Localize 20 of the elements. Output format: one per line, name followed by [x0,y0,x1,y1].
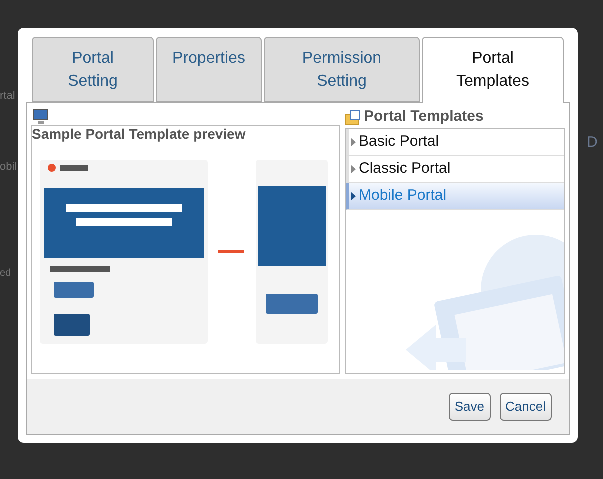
background-text: ed [0,267,12,281]
caret-icon [351,164,356,174]
cancel-button[interactable]: Cancel [500,392,552,420]
folder-list-icon [345,110,361,126]
background-text: obil [0,160,18,175]
save-button[interactable]: Save [448,392,491,420]
template-item[interactable]: Mobile Portal [346,183,564,210]
tab[interactable]: Permission Setting [264,37,420,102]
caret-icon [351,192,356,200]
preview-title: Sample Portal Template preview [32,126,247,142]
background-text: rtal [0,89,16,104]
caret-icon [351,138,356,146]
monitor-icon [33,109,49,125]
tab[interactable]: Portal Setting [32,37,154,102]
tab[interactable]: Portal Templates [422,37,564,103]
template-item[interactable]: Basic Portal [346,129,564,156]
background-text: D [587,133,598,153]
template-item[interactable]: Classic Portal [346,156,564,183]
tab[interactable]: Properties [156,37,262,102]
templates-title: Portal Templates [364,107,484,128]
